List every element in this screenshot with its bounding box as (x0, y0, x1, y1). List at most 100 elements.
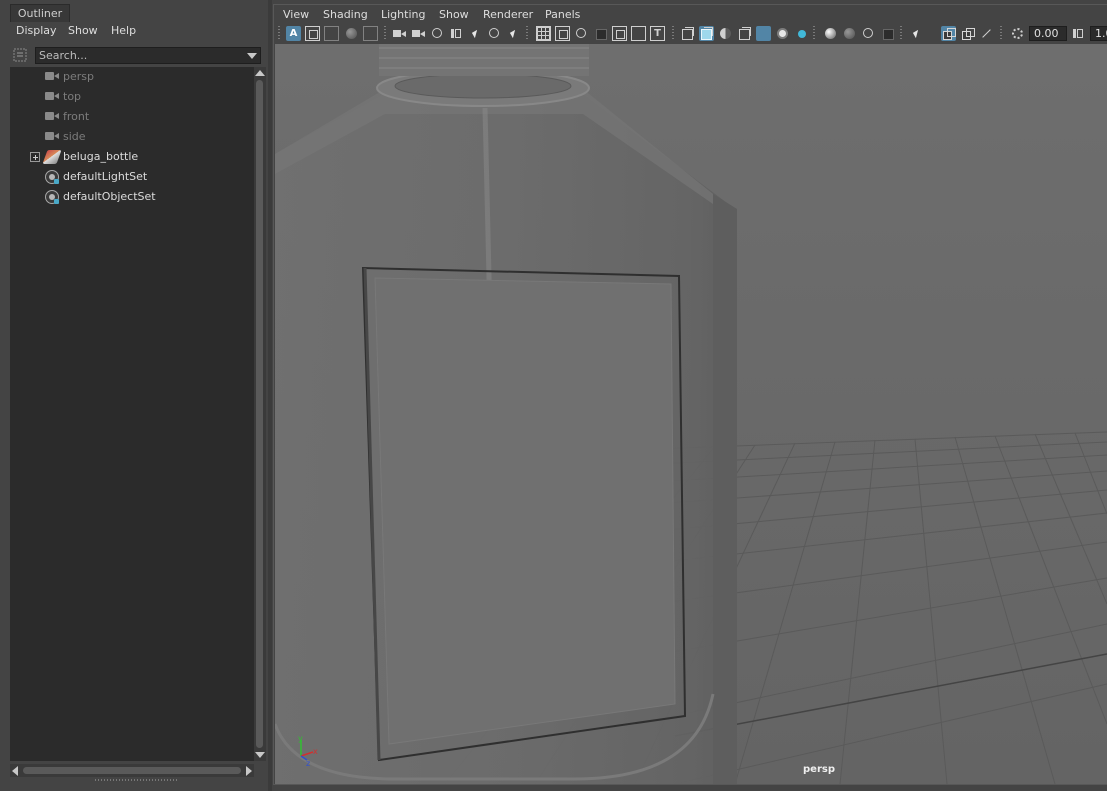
bottle-label-face (374, 277, 676, 745)
camera-icon (45, 90, 59, 104)
wireframe-on-shaded-icon[interactable] (737, 26, 752, 41)
axis-label-y: y (298, 734, 303, 743)
outliner-panel: Outliner Display Show Help persp top fro… (0, 0, 270, 791)
snapshot-icon[interactable] (468, 26, 483, 41)
lock-camera-icon[interactable] (411, 26, 426, 41)
camera-icon (45, 70, 59, 84)
field-chart-icon[interactable] (612, 26, 627, 41)
outliner-item-side[interactable]: side (10, 127, 254, 147)
vertical-scrollbar[interactable] (254, 67, 266, 761)
toolbar-separator (384, 26, 386, 41)
grid-icon[interactable] (536, 26, 551, 41)
scene-canvas[interactable]: y x z (275, 44, 1107, 784)
outliner-item-label: side (63, 130, 86, 143)
set-icon (45, 190, 59, 204)
toolbar-separator (900, 26, 902, 41)
set-icon (45, 170, 59, 184)
menu-lighting[interactable]: Lighting (381, 8, 425, 21)
outliner-item-beluga-bottle[interactable]: beluga_bottle (10, 147, 254, 167)
camera-attributes-icon[interactable] (305, 26, 320, 41)
menu-show[interactable]: Show (439, 8, 469, 21)
horizontal-scrollbar[interactable] (10, 764, 254, 777)
panel-resize-grip[interactable] (95, 779, 179, 781)
vertical-scroll-thumb[interactable] (256, 80, 263, 748)
gamma-icon[interactable] (1071, 26, 1086, 41)
horizontal-scroll-thumb[interactable] (23, 767, 241, 774)
smooth-shade-icon[interactable] (699, 26, 714, 41)
perspective-viewport[interactable]: y x z persp (275, 44, 1107, 784)
panel-divider[interactable] (268, 0, 272, 791)
resolution-gate-icon[interactable] (574, 26, 589, 41)
select-camera-icon[interactable]: A (286, 26, 301, 41)
outliner-item-top[interactable]: top (10, 87, 254, 107)
grease-pencil-2-icon[interactable] (487, 26, 502, 41)
viewport-toolbar: A T 0.00 1.0 (274, 24, 1107, 44)
paint-icon[interactable] (506, 26, 521, 41)
wireframe-icon[interactable] (680, 26, 695, 41)
outliner-menubar: Display Show Help (10, 22, 268, 40)
outliner-item-default-light-set[interactable]: defaultLightSet (10, 167, 254, 187)
menu-panels[interactable]: Panels (545, 8, 580, 21)
menu-view[interactable]: View (283, 8, 309, 21)
multisample-anti-aliasing-icon[interactable] (861, 26, 876, 41)
scroll-down-arrow-icon[interactable] (255, 752, 265, 758)
outliner-search-field[interactable] (35, 47, 261, 64)
bookmark-icon[interactable] (449, 26, 464, 41)
depth-of-field-icon[interactable] (880, 26, 895, 41)
menu-display[interactable]: Display (16, 24, 57, 37)
search-input[interactable] (39, 48, 239, 63)
xray-icon[interactable] (756, 26, 771, 41)
safe-action-icon[interactable] (631, 26, 646, 41)
bottle-side-face (713, 194, 737, 784)
shadows-icon[interactable] (794, 26, 809, 41)
outliner-item-label: front (63, 110, 90, 123)
grease-pencil-icon[interactable] (430, 26, 445, 41)
safe-title-icon[interactable]: T (650, 26, 665, 41)
image-plane-icon[interactable] (344, 26, 359, 41)
camera-icon (45, 130, 59, 144)
scroll-right-arrow-icon[interactable] (246, 766, 252, 776)
resize-icon[interactable] (979, 26, 994, 41)
film-gate-icon[interactable] (555, 26, 570, 41)
outliner-item-default-object-set[interactable]: defaultObjectSet (10, 187, 254, 207)
outliner-item-front[interactable]: front (10, 107, 254, 127)
toolbar-separator (526, 26, 528, 41)
scroll-left-arrow-icon[interactable] (12, 766, 18, 776)
use-default-material-icon[interactable] (718, 26, 733, 41)
menu-show[interactable]: Show (68, 24, 98, 37)
tab-outliner[interactable]: Outliner (10, 4, 70, 22)
two-d-pan-zoom-icon[interactable] (363, 26, 378, 41)
use-all-lights-icon[interactable] (775, 26, 790, 41)
isolate-select-icon[interactable] (909, 26, 924, 41)
exposure-icon[interactable] (1010, 26, 1025, 41)
toolbar-separator (672, 26, 674, 41)
outliner-item-label: beluga_bottle (63, 150, 139, 163)
menu-shading[interactable]: Shading (323, 8, 368, 21)
axis-label-x: x (313, 747, 318, 756)
exposure-field[interactable]: 0.00 (1029, 26, 1067, 41)
outliner-item-persp[interactable]: persp (10, 67, 254, 87)
xray-active-components-icon[interactable] (960, 26, 975, 41)
menu-renderer[interactable]: Renderer (483, 8, 533, 21)
motion-blur-icon[interactable] (842, 26, 857, 41)
outliner-item-label: persp (63, 70, 94, 83)
camera-icon (45, 110, 59, 124)
bottle-neck-threads (379, 44, 589, 76)
gate-mask-icon[interactable] (593, 26, 608, 41)
camera-icon[interactable] (392, 26, 407, 41)
scroll-up-arrow-icon[interactable] (255, 70, 265, 76)
xray-joints-icon[interactable] (941, 26, 956, 41)
outliner-tree[interactable]: persp top front side beluga_bottle defau… (10, 67, 254, 761)
toolbar-separator (813, 26, 815, 41)
search-dropdown-icon[interactable] (247, 53, 257, 59)
expand-icon[interactable] (30, 152, 40, 162)
bookmarks-icon[interactable] (324, 26, 339, 41)
outliner-item-label: top (63, 90, 82, 103)
toolbar-separator (278, 26, 280, 41)
axis-label-z: z (306, 759, 310, 768)
screen-space-ambient-occlusion-icon[interactable] (823, 26, 838, 41)
filter-icon[interactable] (13, 48, 27, 62)
menu-help[interactable]: Help (111, 24, 136, 37)
transform-icon (42, 150, 62, 164)
gamma-field[interactable]: 1.0 (1090, 26, 1107, 41)
